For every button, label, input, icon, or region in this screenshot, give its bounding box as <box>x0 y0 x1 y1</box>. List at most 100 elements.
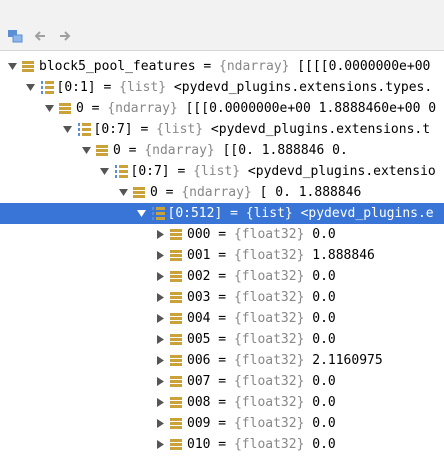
tree-leaf-item[interactable]: 006 = {float32} 2.1160975 <box>0 350 444 371</box>
node-value: 0.0 <box>304 416 336 431</box>
node-text: 010 = {float32} 0.0 <box>187 434 336 455</box>
tree-node[interactable]: 0 = {ndarray} [[[0.0000000e+00 1.8888460… <box>0 98 444 119</box>
node-equals: = <box>210 374 234 389</box>
collapsed-right-arrow-icon[interactable] <box>155 434 165 455</box>
node-equals: = <box>210 416 234 431</box>
node-equals: = <box>210 311 234 326</box>
node-name: block5_pool_features <box>39 59 196 74</box>
back-arrow-icon[interactable] <box>31 27 49 45</box>
node-value: 0.0 <box>304 311 336 326</box>
node-text: block5_pool_features = {ndarray} [[[[0.0… <box>39 56 430 77</box>
node-name: 005 <box>187 332 211 347</box>
node-text: [0:1] = {list} <pydevd_plugins.extension… <box>57 77 433 98</box>
node-value: <pydevd_plugins.extensio <box>240 164 436 179</box>
node-type: {list} <box>119 80 167 95</box>
tree-leaf-item[interactable]: 005 = {float32} 0.0 <box>0 329 444 350</box>
tree-leaf-item[interactable]: 000 = {float32} 0.0 <box>0 224 444 245</box>
node-text: 008 = {float32} 0.0 <box>187 392 336 413</box>
collapsed-right-arrow-icon[interactable] <box>155 266 165 287</box>
expand-down-arrow-icon[interactable] <box>118 182 128 203</box>
node-value: 0.0 <box>304 290 336 305</box>
node-equals: = <box>210 290 234 305</box>
ndarray-icon <box>170 245 182 266</box>
tree-node[interactable]: [0:7] = {list} <pydevd_plugins.extension… <box>0 119 444 140</box>
node-name: 003 <box>187 290 211 305</box>
node-equals: = <box>210 437 234 452</box>
node-equals: = <box>210 227 234 242</box>
collapsed-right-arrow-icon[interactable] <box>155 350 165 371</box>
collapsed-right-arrow-icon[interactable] <box>155 287 165 308</box>
variables-icon[interactable] <box>6 27 24 45</box>
tree-leaf-item[interactable]: 009 = {float32} 0.0 <box>0 413 444 434</box>
collapsed-right-arrow-icon[interactable] <box>155 245 165 266</box>
tree-leaf-item[interactable]: 008 = {float32} 0.0 <box>0 392 444 413</box>
node-type: {float32} <box>233 374 305 389</box>
variables-tree: block5_pool_features = {ndarray} [[[[0.0… <box>0 51 444 456</box>
tree-leaf-item[interactable]: 004 = {float32} 0.0 <box>0 308 444 329</box>
forward-arrow-icon[interactable] <box>56 27 74 45</box>
ndarray-icon <box>170 329 182 350</box>
tree-leaf-item[interactable]: 002 = {float32} 0.0 <box>0 266 444 287</box>
node-equals: = <box>210 248 234 263</box>
ndarray-icon <box>170 266 182 287</box>
ndarray-icon <box>170 392 182 413</box>
node-name: [0:512] <box>167 206 223 221</box>
ndarray-icon <box>133 182 145 203</box>
node-equals: = <box>120 143 145 158</box>
node-name: 008 <box>187 395 211 410</box>
node-type: {list} <box>156 122 204 137</box>
ndarray-icon <box>170 434 182 455</box>
collapsed-right-arrow-icon[interactable] <box>155 371 165 392</box>
tree-leaf-item[interactable]: 010 = {float32} 0.0 <box>0 434 444 455</box>
node-type: {float32} <box>233 332 305 347</box>
expand-down-arrow-icon[interactable] <box>26 77 36 98</box>
node-value: 1.888846 <box>304 248 375 263</box>
tree-leaf-item[interactable]: 001 = {float32} 1.888846 <box>0 245 444 266</box>
tree-node[interactable]: [0:512] = {list} <pydevd_plugins.e <box>0 203 444 224</box>
expand-down-arrow-icon[interactable] <box>63 119 73 140</box>
node-text: 007 = {float32} 0.0 <box>187 371 336 392</box>
node-equals: = <box>169 164 194 179</box>
collapsed-right-arrow-icon[interactable] <box>155 224 165 245</box>
expand-down-arrow-icon[interactable] <box>44 98 54 119</box>
node-text: [0:512] = {list} <pydevd_plugins.e <box>168 203 434 224</box>
node-value: 0.0 <box>304 395 336 410</box>
node-text: 006 = {float32} 2.1160975 <box>187 350 383 371</box>
node-name: 009 <box>187 416 211 431</box>
tree-leaf-item[interactable]: 007 = {float32} 0.0 <box>0 371 444 392</box>
expand-down-arrow-icon[interactable] <box>7 56 17 77</box>
node-text: 0 = {ndarray} [ 0. 1.888846 <box>150 182 361 203</box>
tree-node[interactable]: block5_pool_features = {ndarray} [[[[0.0… <box>0 56 444 77</box>
node-value: 0.0 <box>304 374 336 389</box>
node-type: {list} <box>193 164 241 179</box>
node-type: {float32} <box>233 290 305 305</box>
debugger-toolbar <box>0 0 444 51</box>
tree-node[interactable]: 0 = {ndarray} [[0. 1.888846 0. <box>0 140 444 161</box>
ndarray-icon <box>170 371 182 392</box>
tree-node[interactable]: 0 = {ndarray} [ 0. 1.888846 <box>0 182 444 203</box>
node-value: 0.0 <box>304 269 336 284</box>
tree-node[interactable]: [0:1] = {list} <pydevd_plugins.extension… <box>0 77 444 98</box>
node-value: 2.1160975 <box>304 353 383 368</box>
node-name: 000 <box>187 227 211 242</box>
expand-down-arrow-icon[interactable] <box>100 161 110 182</box>
node-name: 001 <box>187 248 211 263</box>
tree-node[interactable]: [0:7] = {list} <pydevd_plugins.extensio <box>0 161 444 182</box>
node-name: 0 <box>113 143 121 158</box>
node-value: [[0. 1.888846 0. <box>214 143 348 158</box>
tree-leaf-item[interactable]: 003 = {float32} 0.0 <box>0 287 444 308</box>
collapsed-right-arrow-icon[interactable] <box>155 308 165 329</box>
collapsed-right-arrow-icon[interactable] <box>155 413 165 434</box>
node-name: [0:7] <box>93 122 133 137</box>
expand-down-arrow-icon[interactable] <box>137 203 147 224</box>
collapsed-right-arrow-icon[interactable] <box>155 392 165 413</box>
node-name: 004 <box>187 311 211 326</box>
ndarray-icon <box>170 224 182 245</box>
node-text: 005 = {float32} 0.0 <box>187 329 336 350</box>
expand-down-arrow-icon[interactable] <box>81 140 91 161</box>
node-equals: = <box>210 395 234 410</box>
collapsed-right-arrow-icon[interactable] <box>155 329 165 350</box>
node-value: [[[[0.0000000e+00 <box>289 59 431 74</box>
node-name: 002 <box>187 269 211 284</box>
node-equals: = <box>83 101 108 116</box>
